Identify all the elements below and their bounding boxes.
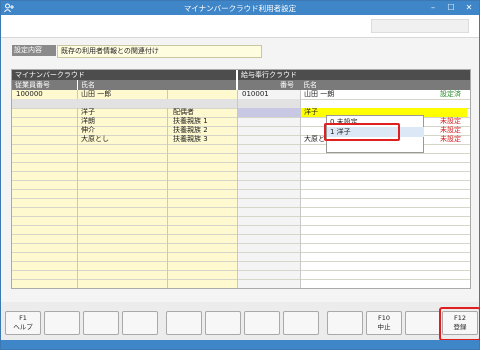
fkey-blank-button[interactable] <box>44 311 80 335</box>
fkey-blank-button[interactable] <box>205 311 241 335</box>
minimize-button[interactable]: – <box>425 2 441 14</box>
col-header-name: 氏名 <box>78 80 236 90</box>
family-name: 伸介 <box>81 126 95 134</box>
status-badge: 設定済 <box>440 90 461 98</box>
status-bar <box>1 340 479 349</box>
right-name[interactable]: 洋子 <box>304 108 318 117</box>
title-bar: マイナンバークラウド利用者設定 – ☐ ✕ <box>1 1 479 15</box>
right-name: 山田 一朗 <box>304 90 335 98</box>
setting-value: 既存の利用者情報との関連付け <box>57 45 262 58</box>
maximize-button[interactable]: ☐ <box>443 2 459 14</box>
app-window: マイナンバークラウド利用者設定 – ☐ ✕ 設定内容 既存の利用者情報との関連付… <box>0 0 480 350</box>
toolbar-field[interactable] <box>371 19 469 33</box>
relation: 扶養親族 3 <box>173 135 208 143</box>
right-number: 010001 <box>242 90 269 98</box>
fkey-blank-button[interactable] <box>405 311 441 335</box>
fkey-blank-button[interactable] <box>244 311 280 335</box>
row-selected-marker <box>238 108 300 117</box>
f10-cancel-button[interactable]: F10 中止 <box>366 311 402 335</box>
fkey-blank-button[interactable] <box>327 311 363 335</box>
col-header-right-name: 氏名 <box>300 80 470 90</box>
close-button[interactable]: ✕ <box>461 2 477 14</box>
employee-id: 100000 <box>16 90 43 98</box>
highlight-dropdown-option <box>324 123 400 141</box>
family-name: 洋朗 <box>81 117 95 125</box>
window-title: マイナンバークラウド利用者設定 <box>183 4 297 13</box>
setting-label: 設定内容 <box>12 45 56 56</box>
relation: 扶養親族 1 <box>173 117 208 125</box>
f1-help-button[interactable]: F1 ヘルプ <box>5 311 41 335</box>
family-name: 洋子 <box>81 108 95 116</box>
left-section-header: マイナンバークラウド <box>12 70 236 80</box>
fkey-blank-button[interactable] <box>166 311 202 335</box>
employee-name: 山田 一郎 <box>81 90 112 98</box>
highlight-register-button <box>439 307 480 341</box>
col-header-number: 番号 <box>238 80 300 90</box>
status-badge: 未設定 <box>440 126 461 134</box>
relation: 配偶者 <box>173 108 194 116</box>
row-subheader <box>12 99 237 108</box>
col-header-employee-id: 従業員番号 <box>12 80 77 90</box>
relation: 扶養親族 2 <box>173 126 208 134</box>
right-section-header: 給与奉行クラウド <box>238 70 470 80</box>
toolbar <box>1 15 479 38</box>
status-badge: 未設定 <box>440 135 461 143</box>
family-name: 大原とし <box>81 135 109 143</box>
status-badge: 未設定 <box>440 117 461 125</box>
mapping-grid: マイナンバークラウド 給与奉行クラウド 従業員番号 氏名 番号 氏名 10000… <box>11 69 471 289</box>
fkey-blank-button[interactable] <box>122 311 158 335</box>
fkey-blank-button[interactable] <box>83 311 119 335</box>
fkey-blank-button[interactable] <box>283 311 319 335</box>
